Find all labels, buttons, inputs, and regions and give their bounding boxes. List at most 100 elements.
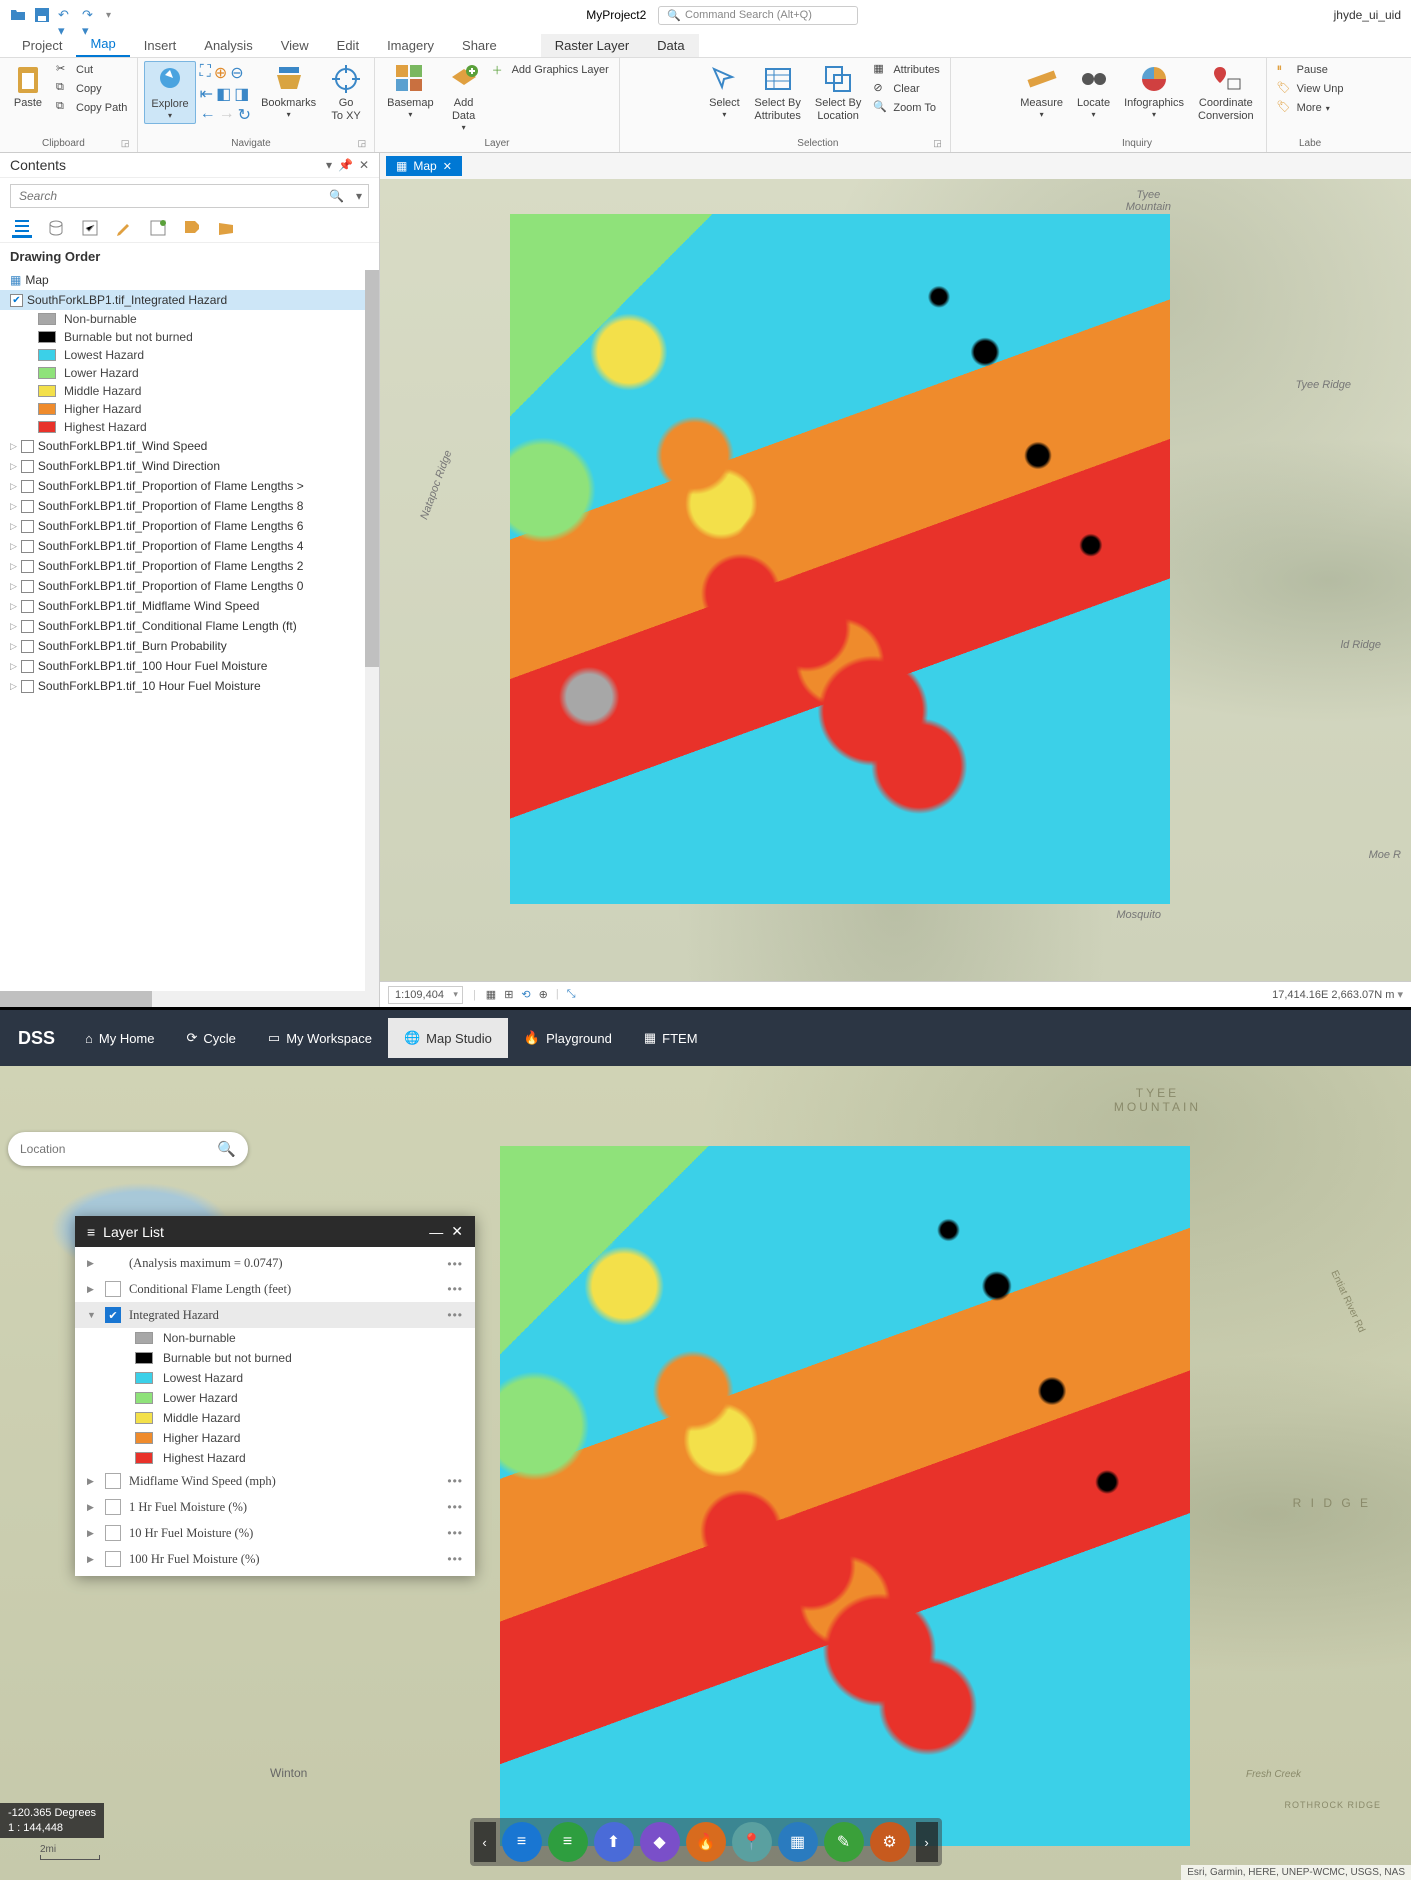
layer-checkbox[interactable] — [21, 600, 34, 613]
list-editing-icon[interactable] — [114, 218, 134, 238]
nav-my-workspace[interactable]: ▭My Workspace — [252, 1018, 388, 1058]
close-map-tab-icon[interactable]: ✕ — [443, 160, 452, 173]
locate-button[interactable]: Locate▾ — [1071, 61, 1116, 122]
layer-row[interactable]: ▶10 Hr Fuel Moisture (%)••• — [75, 1520, 475, 1546]
expand-icon[interactable]: ▷ — [10, 501, 17, 512]
tab-data[interactable]: Data — [643, 34, 698, 57]
toolbar-prev-icon[interactable]: ‹ — [474, 1822, 496, 1862]
list-snapping-icon[interactable] — [148, 218, 168, 238]
layer-checkbox[interactable] — [105, 1281, 121, 1297]
layer-row[interactable]: ▶Midflame Wind Speed (mph)••• — [75, 1468, 475, 1494]
attributes-button[interactable]: ▦Attributes — [869, 61, 943, 79]
clipboard-launcher-icon[interactable]: ◲ — [121, 138, 130, 149]
undo-icon[interactable]: ↶ ▾ — [58, 7, 74, 23]
more-button[interactable]: 🏷More ▾ — [1273, 99, 1348, 117]
toc-layer[interactable]: ▷SouthForkLBP1.tif_Proportion of Flame L… — [0, 516, 379, 536]
layer-menu-icon[interactable]: ••• — [447, 1474, 463, 1488]
layer-menu-icon[interactable]: ••• — [447, 1552, 463, 1566]
layer-menu-icon[interactable]: ••• — [447, 1282, 463, 1296]
layer-menu-icon[interactable]: ••• — [447, 1526, 463, 1540]
layer-checkbox[interactable] — [21, 520, 34, 533]
tab-project[interactable]: Project — [8, 34, 76, 57]
tab-analysis[interactable]: Analysis — [190, 34, 266, 57]
toc-layer[interactable]: ▷SouthForkLBP1.tif_Proportion of Flame L… — [0, 556, 379, 576]
tab-view[interactable]: View — [267, 34, 323, 57]
search-icon[interactable]: 🔍 — [217, 1140, 236, 1158]
addgraphics-button[interactable]: ＋Add Graphics Layer — [488, 61, 613, 79]
minimize-icon[interactable]: — — [429, 1224, 443, 1240]
tab-map[interactable]: Map — [76, 32, 129, 57]
toc-layer[interactable]: ▷SouthForkLBP1.tif_100 Hour Fuel Moistur… — [0, 656, 379, 676]
expand-icon[interactable]: ▷ — [10, 621, 17, 632]
expand-icon[interactable]: ▷ — [10, 521, 17, 532]
layer-checkbox[interactable] — [21, 660, 34, 673]
refresh-icon[interactable]: ↻ — [238, 105, 251, 125]
toc-layer[interactable]: ▷SouthForkLBP1.tif_Proportion of Flame L… — [0, 476, 379, 496]
expand-icon[interactable]: ▶ — [87, 1528, 97, 1539]
layer-checkbox[interactable] — [105, 1473, 121, 1489]
coordconv-button[interactable]: Coordinate Conversion — [1192, 61, 1260, 125]
status-tool2-icon[interactable]: ⊞ — [504, 988, 513, 1001]
prev-extent-icon[interactable]: ⇤ — [200, 84, 213, 104]
search-dd-icon[interactable]: ▾ — [350, 185, 368, 207]
toc-layer[interactable]: ▷SouthForkLBP1.tif_Midflame Wind Speed — [0, 596, 379, 616]
select-button[interactable]: Select▾ — [702, 61, 746, 122]
toc-search-input[interactable] — [11, 185, 323, 207]
fixed-zoom-out-icon[interactable]: ⊖ — [230, 63, 243, 83]
map-tool-1[interactable]: ≡ — [548, 1822, 588, 1862]
expand-icon[interactable]: ▶ — [87, 1554, 97, 1565]
selby-attr-button[interactable]: Select By Attributes — [748, 61, 806, 125]
list-perspective-icon[interactable] — [216, 218, 236, 238]
layer-checkbox[interactable] — [21, 480, 34, 493]
expand-icon[interactable]: ▶ — [87, 1476, 97, 1487]
toc-layer[interactable]: ▷SouthForkLBP1.tif_Wind Direction — [0, 456, 379, 476]
map-view-tab[interactable]: ▦ Map ✕ — [386, 156, 462, 176]
expand-icon[interactable]: ▶ — [87, 1502, 97, 1513]
user-label[interactable]: jhyde_ui_uid — [1334, 8, 1401, 22]
layer-row[interactable]: ▶(Analysis maximum = 0.0747)••• — [75, 1251, 475, 1276]
fixed-zoom-in-icon[interactable]: ⊕ — [214, 63, 227, 83]
layer-row[interactable]: ▶100 Hr Fuel Moisture (%)••• — [75, 1546, 475, 1572]
expand-icon[interactable]: ▼ — [87, 1310, 97, 1320]
search-icon[interactable]: 🔍 — [323, 185, 350, 207]
layer-checkbox[interactable] — [21, 640, 34, 653]
open-icon[interactable] — [10, 7, 26, 23]
toolbar-next-icon[interactable]: › — [916, 1822, 938, 1862]
pin-icon[interactable]: 📌 — [338, 158, 353, 172]
map-tool-8[interactable]: ⚙ — [870, 1822, 910, 1862]
gotoxy-button[interactable]: Go To XY — [324, 61, 368, 125]
list-labeling-icon[interactable] — [182, 218, 202, 238]
expand-icon[interactable]: ▷ — [10, 561, 17, 572]
layer-menu-icon[interactable]: ••• — [447, 1257, 463, 1271]
selby-loc-button[interactable]: Select By Location — [809, 61, 867, 125]
nav-cycle[interactable]: ⟳Cycle — [171, 1018, 252, 1058]
layer-checkbox[interactable] — [105, 1525, 121, 1541]
copy-path-button[interactable]: ⧉Copy Path — [52, 99, 131, 117]
selection-launcher-icon[interactable]: ◲ — [933, 138, 942, 149]
layer-checkbox[interactable] — [21, 680, 34, 693]
expand-icon[interactable]: ▷ — [10, 461, 17, 472]
map-tool-5[interactable]: 📍 — [732, 1822, 772, 1862]
layer-checkbox[interactable] — [21, 620, 34, 633]
adddata-button[interactable]: Add Data▾ — [442, 61, 486, 135]
layer-menu-icon[interactable]: ••• — [447, 1500, 463, 1514]
map-tool-4[interactable]: 🔥 — [686, 1822, 726, 1862]
layer-row[interactable]: ▶1 Hr Fuel Moisture (%)••• — [75, 1494, 475, 1520]
command-search[interactable]: 🔍 Command Search (Alt+Q) — [658, 6, 858, 25]
copy-button[interactable]: ⧉Copy — [52, 80, 131, 98]
coords-dd-icon[interactable]: ▾ — [1397, 989, 1403, 1001]
redo-icon[interactable]: ↷ ▾ — [82, 7, 98, 23]
map-tool-7[interactable]: ✎ — [824, 1822, 864, 1862]
pause-button[interactable]: ⏸Pause — [1273, 61, 1348, 79]
zoomto-button[interactable]: 🔍Zoom To — [869, 99, 943, 117]
toc-layer[interactable]: ▷SouthForkLBP1.tif_Proportion of Flame L… — [0, 536, 379, 556]
status-tool3-icon[interactable]: ⟲ — [521, 988, 530, 1001]
layer-checkbox[interactable]: ✔ — [105, 1307, 121, 1323]
list-selection-icon[interactable] — [80, 218, 100, 238]
layer-checkbox[interactable] — [21, 580, 34, 593]
expand-icon[interactable]: ▷ — [10, 481, 17, 492]
status-tool4-icon[interactable]: ⊕ — [539, 988, 548, 1001]
layer-row[interactable]: ▶Conditional Flame Length (feet)••• — [75, 1276, 475, 1302]
autohide-icon[interactable]: ▾ — [326, 158, 332, 172]
expand-icon[interactable]: ▷ — [10, 541, 17, 552]
